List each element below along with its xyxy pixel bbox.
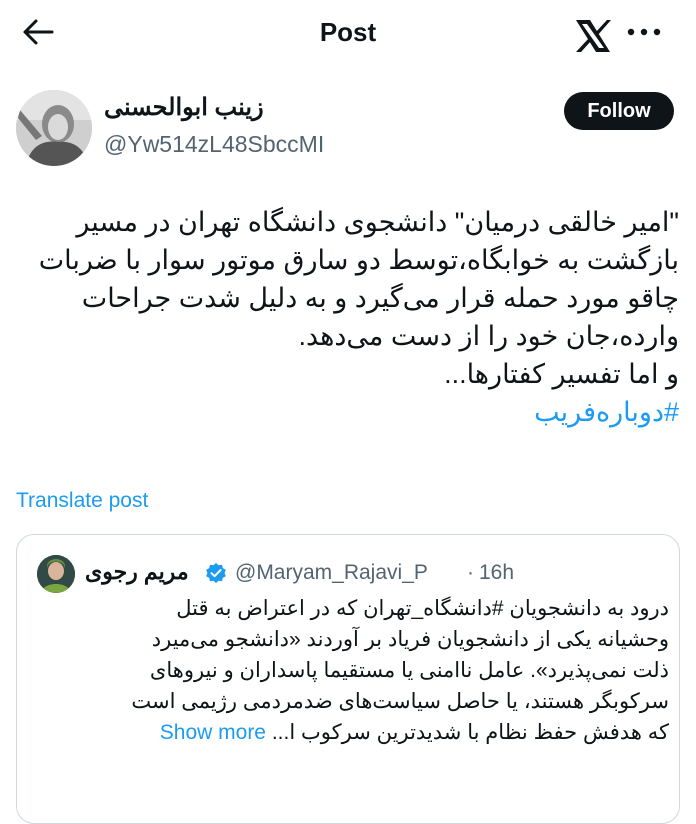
hashtag-link[interactable]: #دوباره‌فریب — [534, 397, 679, 427]
quote-line: ذلت نمی‌پذیرد». عامل ناامنی یا مستقیما پ… — [149, 659, 669, 682]
quote-line: سرکوبگر هستند، یا حاصل سیاست‌های ضدمردمی… — [131, 690, 669, 713]
x-logo-icon — [576, 20, 611, 52]
tweet-line: و اما تفسیر کفتارها... — [444, 359, 679, 389]
show-more-link[interactable]: Show more — [160, 721, 266, 744]
tweet-line: وارده،جان خود را از دست می‌دهد. — [298, 321, 679, 351]
more-options-button[interactable] — [624, 22, 664, 42]
tweet-line: بازگشت به خوابگاه،توسط دو سارق موتور سوا… — [38, 245, 679, 275]
more-horizontal-icon — [627, 28, 661, 36]
quote-line: وحشیانه یکی از دانشجویان فریاد بر آوردند… — [151, 628, 669, 651]
arrow-left-icon — [23, 19, 54, 45]
follow-button[interactable]: Follow — [564, 92, 674, 130]
quote-line: درود به دانشجویان #دانشگاه_تهران که در ا… — [176, 597, 669, 620]
author-display-name[interactable]: زینب ابوالحسنی — [104, 93, 264, 122]
quoted-post-time: 16h — [479, 561, 515, 584]
quoted-post-card[interactable]: مریم رجوی @Maryam_Rajavi_P · 16h درود به… — [16, 534, 680, 824]
author-handle[interactable]: @Yw514zL48SbccMI — [104, 131, 324, 158]
tweet-line: چاقو مورد حمله قرار می‌گیرد و به دلیل شد… — [81, 283, 679, 313]
back-button[interactable] — [20, 14, 56, 50]
verified-badge-icon — [206, 563, 226, 583]
translate-post-link[interactable]: Translate post — [16, 489, 148, 513]
tweet-text: "امیر خالقی درمیان" دانشجوی دانشگاه تهرا… — [24, 203, 679, 431]
separator-dot: · — [467, 561, 474, 584]
tweet-line: "امیر خالقی درمیان" دانشجوی دانشگاه تهرا… — [76, 207, 679, 237]
quoted-author-name: مریم رجوی — [85, 559, 189, 584]
quoted-author-handle: @Maryam_Rajavi_P — [235, 561, 428, 584]
author-avatar[interactable] — [16, 90, 92, 166]
avatar-image — [16, 90, 92, 166]
quote-line: که هدفش حفظ نظام با شدیدترین سرکوب ا... — [271, 721, 669, 744]
top-bar: Post — [0, 0, 696, 66]
quoted-post-text: درود به دانشجویان #دانشگاه_تهران که در ا… — [37, 593, 669, 748]
quoted-author-avatar — [37, 555, 75, 593]
avatar-image — [37, 555, 75, 593]
